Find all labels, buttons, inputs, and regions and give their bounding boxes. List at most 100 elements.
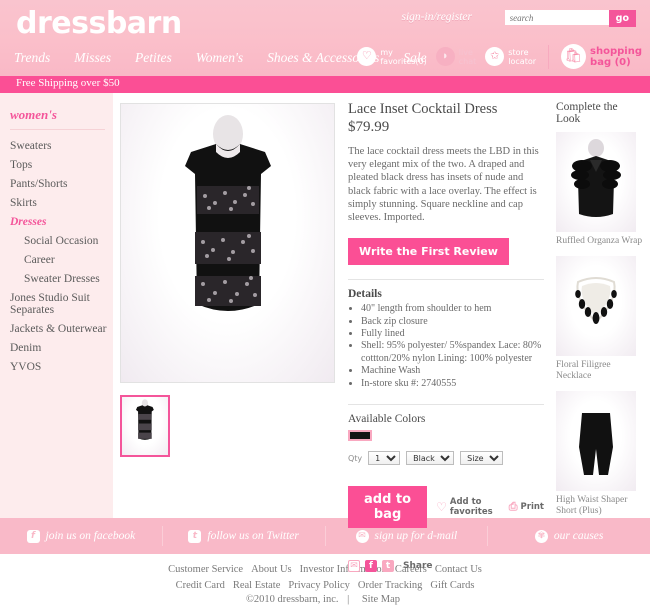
footer-link-order-tracking[interactable]: Order Tracking <box>358 580 422 591</box>
product-title: Lace Inset Cocktail Dress <box>348 101 498 117</box>
store-locator-link[interactable]: ✩ store locator <box>485 47 536 66</box>
footer-row-2: Credit Card Real Estate Privacy Policy Orde… <box>0 577 650 593</box>
footer-row-1: Customer Service About Us Investor Informa… <box>0 561 650 577</box>
details-list: 40" length from shoulder to hemBack zip … <box>348 303 544 390</box>
free-shipping-banner: Free Shipping over $50 <box>0 76 650 93</box>
print-link[interactable]: ⎙ Print <box>509 500 544 514</box>
heart-icon: ♡ <box>436 500 447 515</box>
social-footer-bar: f join us on facebook t follow us on Twitte… <box>0 518 650 554</box>
search-form: go <box>504 10 636 27</box>
sidebar-item-yvos[interactable]: YVOS <box>10 357 113 376</box>
complete-the-look-panel: Complete the Look Ruffled Organza Wrap Fl… <box>556 101 644 526</box>
product-description: The lace cocktail dress meets the LBD in… <box>348 146 539 224</box>
divider <box>348 279 544 281</box>
color-swatch-black[interactable] <box>348 430 372 442</box>
detail-item: 40" length from shoulder to hem <box>361 303 544 315</box>
detail-item: Fully lined <box>361 328 544 340</box>
add-to-favorites-link[interactable]: ♡ Add to favorites <box>436 497 500 517</box>
site-header: dressbarn sign-in/register go Trends Miss… <box>0 0 650 76</box>
print-label: Print <box>520 502 544 513</box>
sidebar-item-career[interactable]: Career <box>10 250 113 269</box>
search-input[interactable] <box>504 10 609 25</box>
my-favorites-link[interactable]: ♡ my favorites(0) <box>357 47 427 66</box>
sidebar-item-pants-shorts[interactable]: Pants/Shorts <box>10 174 113 193</box>
cart-actions: add to bag ♡ Add to favorites ⎙ Print <box>348 486 544 529</box>
footer-link-customer-service[interactable]: Customer Service <box>168 564 243 575</box>
sidebar-item-sweaters[interactable]: Sweaters <box>10 136 113 155</box>
nav-item-misses[interactable]: Misses <box>74 50 111 66</box>
footer-link-real-estate[interactable]: Real Estate <box>233 580 281 591</box>
footer-link-about-us[interactable]: About Us <box>251 564 292 575</box>
product-gallery <box>120 103 335 457</box>
header-divider <box>548 44 550 69</box>
sidebar-item-skirts[interactable]: Skirts <box>10 193 113 212</box>
detail-item: In-store sku #: 2740555 <box>361 378 544 390</box>
social-label: our causes <box>553 530 604 542</box>
write-review-button[interactable]: Write the First Review <box>348 238 509 266</box>
social-link-join-us-on-facebook[interactable]: f join us on facebook <box>0 529 162 543</box>
social-icon: f <box>26 529 40 543</box>
shopping-bag-link[interactable]: 🛍 shopping bag (0) <box>561 44 642 69</box>
footer-link-privacy-policy[interactable]: Privacy Policy <box>288 580 350 591</box>
twitter-share-icon[interactable]: t <box>382 560 394 573</box>
footer-links: Customer Service About Us Investor Informa… <box>0 554 650 605</box>
details-heading: Details <box>348 288 382 301</box>
shopping-bag-label: shopping bag (0) <box>590 45 642 68</box>
qty-select[interactable]: 1 <box>368 451 401 466</box>
page-body: women's Sweaters Tops Pants/Shorts Skirts Dr… <box>0 93 650 573</box>
product-thumbnail-1[interactable] <box>120 395 170 457</box>
store-locator-label: store locator <box>508 47 537 66</box>
email-share-icon[interactable]: ✉ <box>348 560 360 573</box>
complete-look-item[interactable]: Floral Filigree Necklace <box>556 256 644 382</box>
my-favorites-icon: ♡ <box>357 47 377 66</box>
footer-link-credit-card[interactable]: Credit Card <box>176 580 225 591</box>
footer-link-site-map[interactable]: Site Map <box>362 594 400 605</box>
site-logo[interactable]: dressbarn <box>16 6 182 41</box>
live-chat-link[interactable]: ◗ live chat <box>435 47 477 66</box>
complete-look-caption: Floral Filigree Necklace <box>556 360 611 381</box>
sign-in-register-link[interactable]: sign-in/register <box>402 11 473 23</box>
nav-item-trends[interactable]: Trends <box>14 50 50 66</box>
copyright-text: ©2010 dressbarn, inc. <box>245 594 339 605</box>
search-go-button[interactable]: go <box>608 10 636 27</box>
color-select[interactable]: Black <box>406 451 455 466</box>
size-select[interactable]: Size <box>460 451 504 466</box>
add-to-favorites-label: Add to favorites <box>449 497 493 518</box>
header-utility-icons: ♡ my favorites(0) ◗ live chat ✩ store locator 🛍 sh… <box>357 44 642 69</box>
detail-item: Machine Wash <box>361 365 544 377</box>
detail-item: Shell: 95% polyester/ 5%spandex Lace: 80… <box>361 340 544 365</box>
sidebar-item-jones-studio-suit-separates[interactable]: Jones Studio Suit Separates <box>10 288 113 319</box>
sidebar-title: women's <box>10 107 105 130</box>
complete-look-image <box>556 132 636 232</box>
detail-item: Back zip closure <box>361 316 544 328</box>
social-link-follow-us-on-twitter[interactable]: t follow us on Twitter <box>163 529 325 543</box>
complete-the-look-heading: Complete the Look <box>556 101 618 125</box>
complete-look-caption: Ruffled Organza Wrap <box>556 236 643 246</box>
sidebar-item-social-occasion[interactable]: Social Occasion <box>10 231 113 250</box>
nav-item-petites[interactable]: Petites <box>135 50 172 66</box>
complete-look-item[interactable]: High Waist Shaper Short (Plus) <box>556 391 644 517</box>
footer-copyright-row: ©2010 dressbarn, inc. | Site Map <box>0 594 650 605</box>
available-colors-heading: Available Colors <box>348 413 426 426</box>
facebook-share-icon[interactable]: f <box>365 560 377 573</box>
add-to-bag-button[interactable]: add to bag <box>348 486 428 529</box>
complete-look-item[interactable]: Ruffled Organza Wrap <box>556 132 644 247</box>
product-detail-panel: Lace Inset Cocktail Dress $79.99 The lac… <box>348 101 544 573</box>
footer-separator: | <box>347 594 350 605</box>
footer-link-gift-cards[interactable]: Gift Cards <box>430 580 474 591</box>
purchase-options: Qty 1 Black Size <box>348 451 544 466</box>
live-chat-icon: ◗ <box>435 47 455 66</box>
sidebar-item-sweater-dresses[interactable]: Sweater Dresses <box>10 269 113 288</box>
sidebar-item-denim[interactable]: Denim <box>10 338 113 357</box>
sidebar-item-dresses[interactable]: Dresses <box>10 212 113 231</box>
my-favorites-label: my favorites(0) <box>380 47 427 66</box>
sidebar-item-tops[interactable]: Tops <box>10 155 113 174</box>
complete-look-caption: High Waist Shaper Short (Plus) <box>556 495 628 516</box>
sidebar-item-jackets-outerwear[interactable]: Jackets & Outerwear <box>10 319 113 338</box>
share-row: ✉ f t Share <box>348 560 544 573</box>
nav-item-women-s[interactable]: Women's <box>196 50 243 66</box>
live-chat-label: live chat <box>458 47 477 66</box>
social-label: follow us on Twitter <box>207 530 299 542</box>
printer-icon: ⎙ <box>508 500 518 514</box>
product-main-image[interactable] <box>120 103 335 383</box>
